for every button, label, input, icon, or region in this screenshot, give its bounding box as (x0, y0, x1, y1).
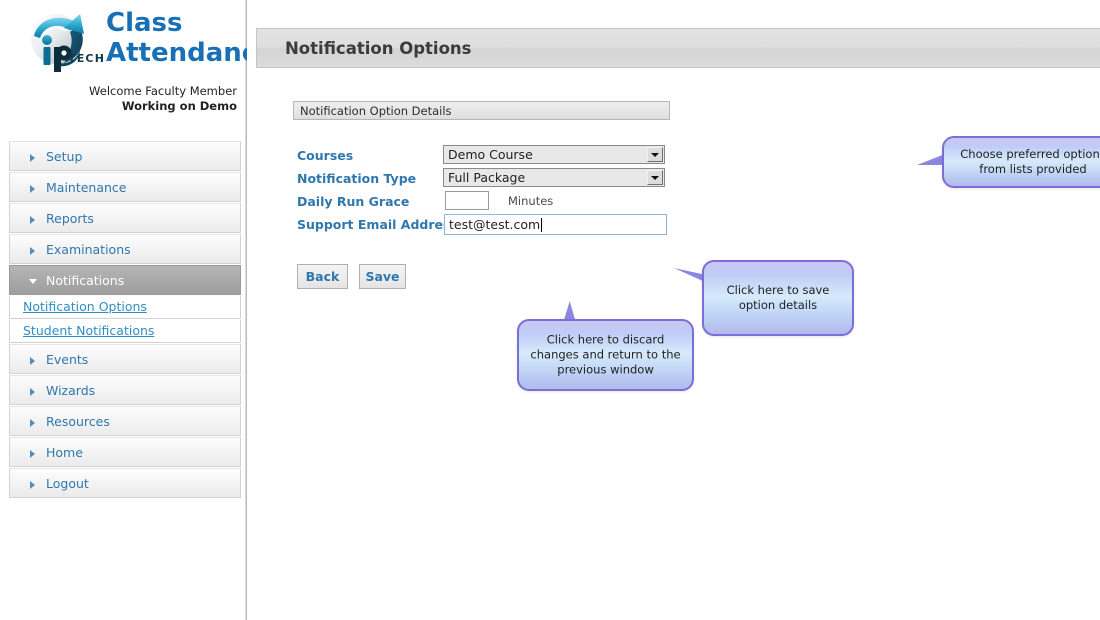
callout-text-line2: changes and return to the (530, 347, 681, 362)
chevron-right-icon (30, 247, 35, 255)
iptech-globe-arrow-logo: TECH (22, 6, 108, 76)
courses-selected-value: Demo Course (448, 147, 533, 162)
form-row-notification-type: Notification Type Full Package (297, 168, 937, 191)
sidebar-subitem-notification-options[interactable]: Notification Options (9, 296, 241, 319)
callout-text-line1: Choose preferred options (960, 147, 1100, 161)
back-button[interactable]: Back (297, 264, 348, 289)
sidebar-item-label: Reports (46, 211, 94, 226)
notification-type-dropdown[interactable]: Full Package (443, 168, 665, 187)
callout-text-line2: option details (738, 298, 818, 312)
sidebar: TECH Class Attendance Welcome Faculty Me… (0, 0, 275, 620)
sidebar-item-events[interactable]: Events (9, 344, 241, 374)
sidebar-item-logout[interactable]: Logout (9, 468, 241, 498)
callout-text: Choose preferred options from lists prov… (952, 147, 1100, 177)
sidebar-item-label: Resources (46, 414, 110, 429)
page-title: Notification Options (285, 39, 472, 58)
sidebar-nav: Setup Maintenance Reports Examinations N… (9, 141, 241, 499)
chevron-right-icon (30, 185, 35, 193)
sidebar-item-label: Notifications (46, 273, 125, 288)
callout-tail (674, 268, 705, 282)
sidebar-item-home[interactable]: Home (9, 437, 241, 467)
sidebar-item-label: Home (46, 445, 83, 460)
main-content: Notification Options Notification Option… (247, 0, 1100, 620)
notification-type-label: Notification Type (297, 171, 417, 186)
section-header-label: Notification Option Details (300, 104, 452, 118)
section-header: Notification Option Details (293, 101, 670, 120)
callout-text-line3: previous window (557, 362, 654, 377)
chevron-right-icon (30, 450, 35, 458)
notification-options-form: Notification Option Details Courses Demo… (293, 101, 933, 235)
sidebar-item-reports[interactable]: Reports (9, 203, 241, 233)
svg-text:TECH: TECH (68, 52, 105, 65)
sidebar-item-label: Maintenance (46, 180, 127, 195)
brand-title-line1: Class (106, 8, 183, 38)
callout-text-line1: Click here to discard (546, 332, 665, 347)
chevron-right-icon (30, 216, 35, 224)
page-header-bar: Notification Options (256, 28, 1100, 68)
sidebar-item-label: Wizards (46, 383, 96, 398)
sidebar-item-resources[interactable]: Resources (9, 406, 241, 436)
callout-bubble: Click here to save option details (702, 260, 854, 336)
back-button-label: Back (305, 269, 340, 284)
sidebar-subitem-label: Notification Options (23, 299, 147, 314)
brand-block: TECH Class Attendance (0, 0, 275, 78)
chevron-down-icon[interactable] (647, 170, 663, 185)
sidebar-item-notifications[interactable]: Notifications (9, 265, 241, 295)
sidebar-item-maintenance[interactable]: Maintenance (9, 172, 241, 202)
chevron-right-icon (30, 419, 35, 427)
welcome-context: Working on Demo (121, 99, 237, 113)
sidebar-item-setup[interactable]: Setup (9, 141, 241, 171)
welcome-message: Welcome Faculty Member Working on Demo (7, 84, 237, 114)
chevron-down-icon (29, 279, 37, 284)
callout-bubble: Click here to discard changes and return… (517, 319, 694, 391)
sidebar-item-wizards[interactable]: Wizards (9, 375, 241, 405)
support-email-input[interactable]: test@test.com (444, 214, 667, 235)
callout-text-line1: Click here to save (726, 283, 830, 297)
sidebar-item-examinations[interactable]: Examinations (9, 234, 241, 264)
sidebar-subitem-label: Student Notifications (23, 323, 155, 338)
chevron-right-icon (30, 154, 35, 162)
chevron-down-icon[interactable] (647, 147, 663, 162)
chevron-right-icon (30, 388, 35, 396)
form-rows: Courses Demo Course Notification Type Fu… (297, 145, 937, 237)
form-row-daily-run-grace: Daily Run Grace Minutes (297, 191, 937, 214)
support-email-value: test@test.com (449, 217, 541, 232)
notification-type-selected-value: Full Package (448, 170, 526, 185)
text-cursor (541, 218, 542, 232)
callout-text: Click here to discard changes and return… (527, 333, 684, 378)
save-button[interactable]: Save (359, 264, 406, 289)
daily-run-grace-label: Daily Run Grace (297, 194, 410, 209)
welcome-user: Welcome Faculty Member (89, 84, 237, 98)
form-row-courses: Courses Demo Course (297, 145, 937, 168)
callout-text-line2: from lists provided (979, 162, 1087, 176)
callout-bubble: Choose preferred options from lists prov… (942, 136, 1100, 188)
sidebar-item-label: Setup (46, 149, 83, 164)
daily-run-grace-unit: Minutes (508, 194, 554, 208)
chevron-right-icon (30, 481, 35, 489)
courses-dropdown[interactable]: Demo Course (443, 145, 665, 164)
sidebar-inner: TECH Class Attendance Welcome Faculty Me… (0, 0, 275, 620)
chevron-right-icon (30, 357, 35, 365)
sidebar-subitem-student-notifications[interactable]: Student Notifications (9, 320, 241, 343)
form-row-support-email: Support Email Addresses test@test.com (297, 214, 937, 237)
sidebar-item-label: Logout (46, 476, 89, 491)
sidebar-item-label: Events (46, 352, 89, 367)
callout-text: Click here to save option details (712, 283, 844, 313)
save-button-label: Save (365, 269, 400, 284)
sidebar-item-label: Examinations (46, 242, 131, 257)
daily-run-grace-input[interactable] (445, 191, 489, 210)
courses-label: Courses (297, 148, 354, 163)
